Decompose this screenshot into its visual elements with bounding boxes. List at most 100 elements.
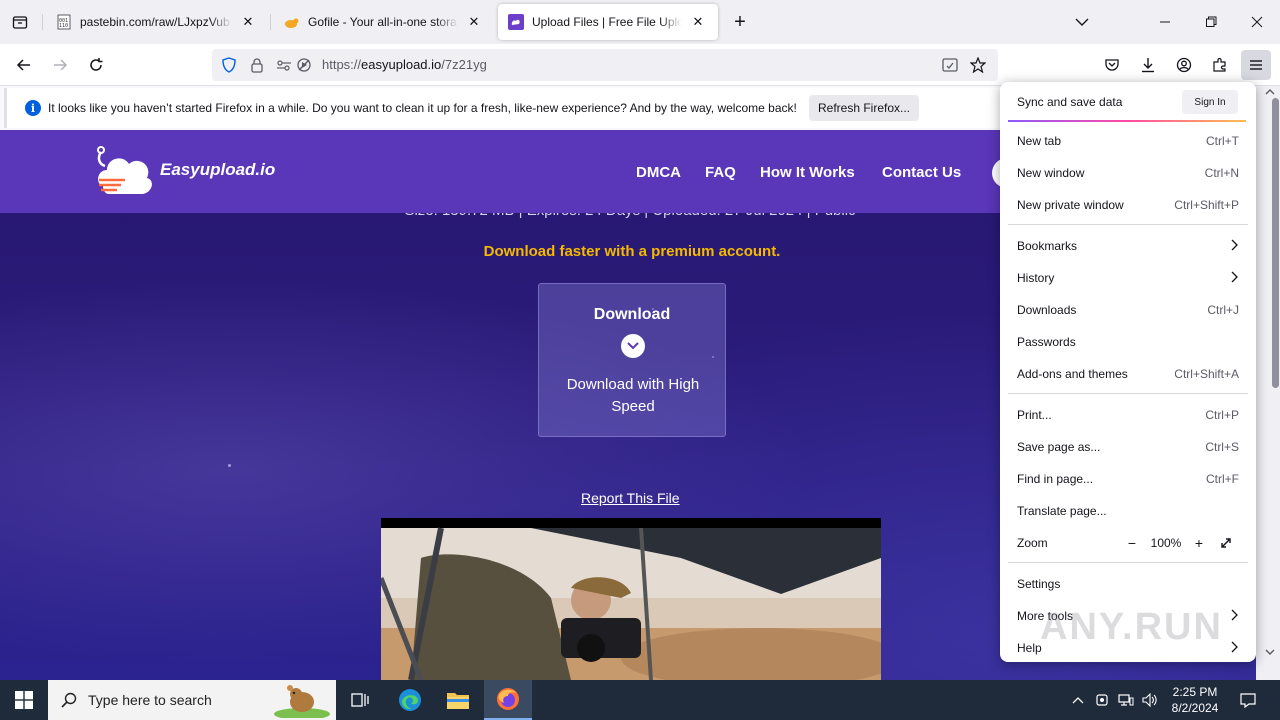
volume-speaker-icon[interactable] <box>1140 680 1160 720</box>
extensions-puzzle-icon[interactable] <box>1205 50 1235 80</box>
permissions-icon[interactable] <box>275 56 293 74</box>
chevron-right-icon <box>1231 609 1239 624</box>
url-path: /7z21yg <box>441 57 487 72</box>
easyupload-favicon-icon <box>508 14 524 30</box>
menu-separator <box>1008 393 1248 394</box>
reader-view-icon[interactable] <box>941 56 959 74</box>
menu-item-zoom: Zoom <box>1008 528 1118 558</box>
info-icon: i <box>25 100 41 116</box>
menu-item-new-window[interactable]: New window Ctrl+N <box>1008 158 1248 188</box>
menu-item-new-tab[interactable]: New tab Ctrl+T <box>1008 126 1248 156</box>
menu-item-label: New private window <box>1017 198 1124 212</box>
menu-item-label: Save page as... <box>1017 440 1101 454</box>
chevron-right-icon <box>1231 239 1239 254</box>
nav-link-dmca[interactable]: DMCA <box>636 164 681 181</box>
zoom-reset-value[interactable]: 100% <box>1148 533 1184 553</box>
windows-taskbar: Type here to search 2:25 PM 8/2/2024 <box>0 680 1280 720</box>
forward-arrow-icon[interactable] <box>45 50 75 80</box>
download-subtitle: Download with High Speed <box>566 376 700 415</box>
list-all-tabs-chevron-icon[interactable] <box>1070 12 1094 32</box>
scroll-up-arrow-icon[interactable] <box>1265 88 1275 96</box>
menu-item-shortcut: Ctrl+T <box>1206 134 1239 148</box>
menu-item-addons-themes[interactable]: Add-ons and themes Ctrl+Shift+A <box>1008 359 1248 389</box>
chevron-right-icon <box>1231 271 1239 286</box>
notification-message: It looks like you haven’t started Firefo… <box>48 101 797 115</box>
sign-in-button[interactable]: Sign In <box>1182 90 1238 114</box>
close-tab-icon[interactable]: ✕ <box>464 12 484 32</box>
menu-item-new-private-window[interactable]: New private window Ctrl+Shift+P <box>1008 190 1248 220</box>
download-card-button[interactable]: Download Download with High Speed <box>538 283 726 437</box>
url-text[interactable]: https://easyupload.io/7z21yg <box>322 57 487 72</box>
autoplay-blocked-icon[interactable] <box>295 56 313 74</box>
lock-icon[interactable] <box>248 56 266 74</box>
easyupload-logo[interactable]: Easyupload.io <box>95 144 285 200</box>
menu-item-passwords[interactable]: Passwords <box>1008 327 1248 357</box>
menu-item-label: History <box>1017 271 1055 285</box>
app-menu-hamburger-icon[interactable] <box>1241 50 1271 80</box>
url-bar[interactable]: https://easyupload.io/7z21yg <box>212 49 998 81</box>
task-view-icon[interactable] <box>336 680 384 720</box>
menu-item-label: Sync and save data <box>1017 95 1123 109</box>
menu-item-history[interactable]: History <box>1008 263 1248 293</box>
report-file-link[interactable]: Report This File <box>581 490 680 506</box>
close-tab-icon[interactable]: ✕ <box>238 12 258 32</box>
nav-link-faq[interactable]: FAQ <box>705 164 736 181</box>
video-preview-image[interactable] <box>381 518 881 680</box>
scroll-down-arrow-icon[interactable] <box>1265 648 1275 656</box>
menu-item-label: Zoom <box>1017 536 1048 550</box>
zoom-out-button[interactable]: − <box>1124 533 1140 553</box>
file-explorer-folder-icon[interactable] <box>434 680 482 720</box>
close-tab-icon[interactable]: ✕ <box>688 12 708 32</box>
tab-pastebin[interactable]: 001 110 pastebin.com/raw/LJxpzVub ✕ <box>46 4 268 40</box>
restore-window-button[interactable] <box>1188 0 1234 44</box>
account-icon[interactable] <box>1169 50 1199 80</box>
menu-item-label: Print... <box>1017 408 1052 422</box>
tab-separator <box>270 14 271 30</box>
tab-overview-icon[interactable] <box>6 8 34 36</box>
search-icon <box>61 692 77 708</box>
new-tab-button[interactable]: + <box>728 10 752 34</box>
menu-item-label: Settings <box>1017 577 1061 591</box>
scrollbar-thumb[interactable] <box>1272 98 1279 388</box>
zoom-in-button[interactable]: + <box>1191 533 1207 553</box>
bookmark-star-icon[interactable] <box>969 56 987 74</box>
edge-browser-icon[interactable] <box>386 680 434 720</box>
meet-now-icon[interactable] <box>1092 680 1112 720</box>
show-hidden-icons-chevron-icon[interactable] <box>1068 680 1088 720</box>
nav-link-how-it-works[interactable]: How It Works <box>760 164 855 181</box>
back-arrow-icon[interactable] <box>9 50 39 80</box>
page-scrollbar[interactable] <box>1256 86 1280 680</box>
menu-item-print[interactable]: Print... Ctrl+P <box>1008 400 1248 430</box>
nav-link-contact-us[interactable]: Contact Us <box>882 164 961 181</box>
tab-title: pastebin.com/raw/LJxpzVub <box>80 15 230 29</box>
tracking-protection-shield-icon[interactable] <box>220 56 238 74</box>
close-window-button[interactable] <box>1234 0 1280 44</box>
menu-item-downloads[interactable]: Downloads Ctrl+J <box>1008 295 1248 325</box>
premium-upsell-text[interactable]: Download faster with a premium account. <box>380 243 884 260</box>
taskbar-clock[interactable]: 2:25 PM 8/2/2024 <box>1160 684 1230 716</box>
tab-separator <box>42 14 43 30</box>
refresh-firefox-notification: i It looks like you haven’t started Fire… <box>4 88 1010 128</box>
windows-start-icon[interactable] <box>0 680 48 720</box>
menu-item-settings[interactable]: Settings <box>1008 569 1248 599</box>
menu-item-bookmarks[interactable]: Bookmarks <box>1008 231 1248 261</box>
network-icon[interactable] <box>1116 680 1136 720</box>
tab-easyupload[interactable]: Upload Files | Free File Upload and ✕ <box>498 4 718 40</box>
clock-time: 2:25 PM <box>1172 685 1218 699</box>
action-center-notification-icon[interactable] <box>1234 680 1262 720</box>
menu-item-save-page[interactable]: Save page as... Ctrl+S <box>1008 432 1248 462</box>
logo-text: Easyupload.io <box>160 160 276 179</box>
firefox-taskbar-icon[interactable] <box>484 680 532 720</box>
tab-gofile[interactable]: Gofile - Your all-in-one storage ✕ <box>274 4 494 40</box>
fullscreen-expand-icon[interactable] <box>1218 533 1234 553</box>
reload-icon[interactable] <box>81 50 111 80</box>
menu-item-label: Downloads <box>1017 303 1077 317</box>
menu-item-shortcut: Ctrl+Shift+A <box>1174 367 1239 381</box>
pocket-icon[interactable] <box>1097 50 1127 80</box>
minimize-window-button[interactable] <box>1142 0 1188 44</box>
refresh-firefox-button[interactable]: Refresh Firefox... <box>809 95 919 121</box>
menu-item-find-in-page[interactable]: Find in page... Ctrl+F <box>1008 464 1248 494</box>
taskbar-search-box[interactable]: Type here to search <box>48 680 336 720</box>
downloads-icon[interactable] <box>1133 50 1163 80</box>
menu-item-translate-page[interactable]: Translate page... <box>1008 496 1248 526</box>
